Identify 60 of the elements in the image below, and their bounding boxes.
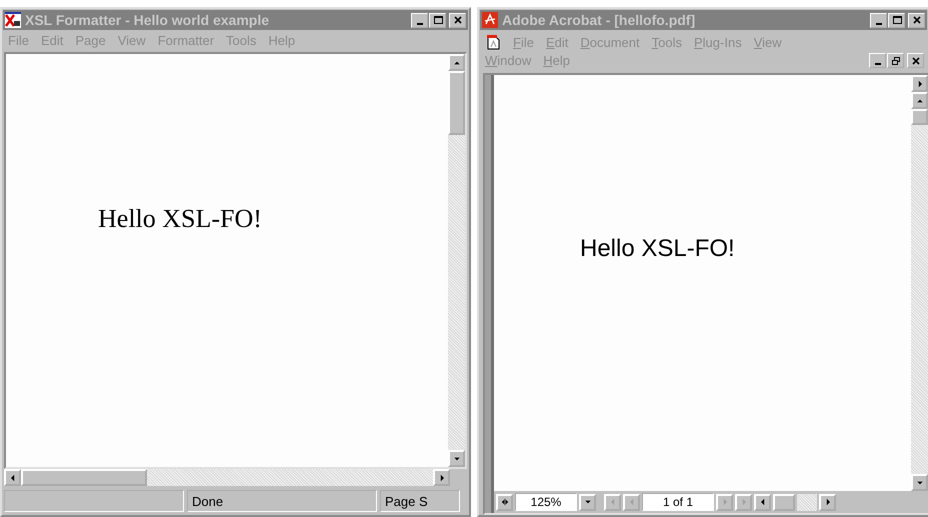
scroll-left-button[interactable]: [754, 494, 771, 510]
split-arrows-icon: [500, 498, 508, 506]
scroll-thumb[interactable]: [448, 71, 465, 135]
app-icon: [482, 12, 498, 28]
document-icon: [485, 34, 501, 50]
scrollbar-corner: [450, 469, 467, 486]
left-arrow-icon: [608, 498, 616, 506]
restore-icon: [890, 56, 900, 66]
first-page-button[interactable]: [604, 494, 621, 510]
split-handle[interactable]: [496, 494, 513, 510]
scroll-thumb[interactable]: [911, 109, 928, 125]
maximize-icon: [432, 15, 442, 25]
page-field[interactable]: 1 of 1: [642, 493, 714, 511]
minimize-icon: [874, 63, 880, 65]
scroll-down-button[interactable]: [448, 450, 465, 467]
document-text: Hello XSL-FO!: [98, 204, 262, 233]
left-arrow-icon: [628, 498, 636, 506]
document-text: Hello XSL-FO!: [580, 235, 735, 262]
close-button[interactable]: [908, 12, 925, 28]
down-arrow-icon: [584, 498, 592, 506]
scroll-track: [797, 494, 817, 510]
restore-button[interactable]: [887, 53, 904, 68]
zoom-field[interactable]: 125%: [515, 493, 577, 511]
zoom-dropdown-button[interactable]: [579, 494, 596, 510]
minimize-icon: [876, 22, 882, 24]
scroll-up-button[interactable]: [448, 54, 465, 71]
close-button[interactable]: [907, 53, 924, 68]
close-icon: [910, 56, 920, 66]
vertical-scrollbar[interactable]: [911, 75, 928, 491]
status-panel: Done: [187, 490, 377, 512]
status-panel: Page S: [380, 490, 460, 512]
window-title: XSL Formatter - Hello world example: [25, 12, 270, 28]
scroll-down-button[interactable]: [911, 474, 928, 491]
minimize-icon: [416, 22, 422, 24]
close-icon: [452, 15, 462, 25]
close-icon: [912, 15, 922, 25]
window-title: Adobe Acrobat - [hellofo.pdf]: [502, 12, 696, 28]
scroll-right-button[interactable]: [433, 469, 450, 486]
maximize-button[interactable]: [429, 12, 446, 28]
minimize-button[interactable]: [411, 12, 428, 28]
vertical-scrollbar[interactable]: [448, 54, 465, 467]
minimize-button[interactable]: [869, 53, 886, 68]
scroll-up-button[interactable]: [911, 92, 928, 109]
app-icon: [5, 12, 21, 28]
close-button[interactable]: [449, 12, 466, 28]
next-page-button[interactable]: [716, 494, 733, 510]
previous-page-button[interactable]: [623, 494, 640, 510]
down-arrow-icon: [452, 454, 460, 462]
scroll-thumb[interactable]: [21, 469, 147, 486]
maximize-icon: [892, 15, 902, 25]
left-arrow-icon: [758, 498, 766, 506]
minimize-button[interactable]: [870, 12, 887, 28]
horizontal-scrollbar[interactable]: [4, 469, 467, 486]
maximize-button[interactable]: [888, 12, 905, 28]
left-arrow-icon: [8, 474, 16, 482]
scroll-thumb[interactable]: [773, 494, 795, 510]
scroll-left-button[interactable]: [4, 469, 21, 486]
page-arrow-button[interactable]: [911, 75, 928, 92]
down-arrow-icon: [916, 478, 924, 486]
scroll-right-button[interactable]: [819, 494, 836, 510]
